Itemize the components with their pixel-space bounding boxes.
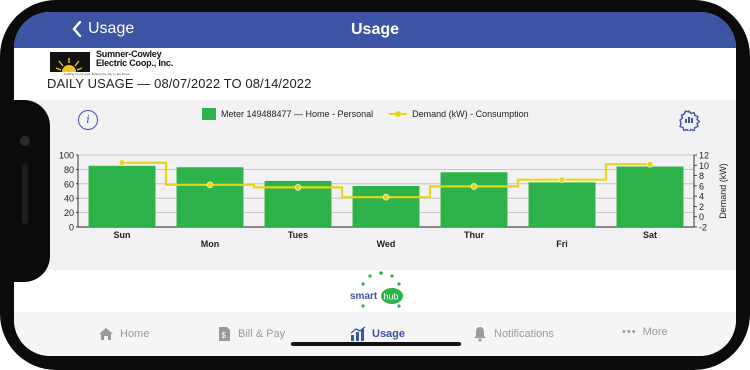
chart-legend: Meter 149488477 — Home - Personal Demand… (202, 108, 529, 120)
page-title: Usage (350, 21, 400, 38)
x-tick-label: Sat (643, 230, 657, 240)
tab-more-label: More (642, 326, 668, 338)
svg-text:$: $ (222, 331, 227, 340)
usage-bar (88, 165, 156, 227)
home-icon (99, 328, 113, 340)
y-left-tick-label: 20 (64, 208, 74, 218)
speaker-slot (22, 164, 28, 224)
x-tick-label: Mon (201, 239, 220, 249)
usage-period-title: DAILY USAGE — 08/07/2022 TO 08/14/2022 (47, 76, 312, 91)
x-tick-label: Wed (377, 239, 396, 249)
y-right-tick-label: 2 (699, 202, 704, 212)
tab-usage-label: Usage (372, 328, 406, 340)
logo-text: Sumner-Cowley Electric Coop., Inc. (96, 50, 173, 68)
demand-point (294, 184, 302, 191)
tab-notifications-label: Notifications (494, 328, 554, 340)
y-right-tick-label: 6 (699, 181, 704, 191)
camera-dot (20, 136, 30, 146)
bell-icon (474, 327, 486, 342)
tab-home-label: Home (120, 328, 150, 340)
demand-point (206, 181, 214, 189)
bill-icon: $ (219, 327, 230, 341)
x-tick-label: Thur (464, 230, 484, 240)
y-right-tick-label: 0 (699, 212, 704, 222)
y-right-axis-label: Demand (kW) (718, 163, 728, 219)
y-right-tick-label: -2 (699, 223, 707, 233)
y-left-tick-label: 40 (64, 194, 74, 204)
usage-bar (440, 172, 508, 227)
legend-bar-swatch (202, 108, 216, 120)
home-indicator (291, 342, 461, 346)
tab-usage[interactable]: Usage (350, 326, 405, 342)
demand-point (470, 183, 478, 190)
logo-mark (50, 52, 90, 72)
y-right-tick-label: 10 (699, 161, 709, 171)
x-tick-label: Tues (288, 230, 308, 240)
tab-home[interactable]: Home (98, 326, 149, 342)
smarthub-hub-text: hub (384, 292, 399, 302)
y-right-tick-label: 8 (699, 171, 704, 181)
y-right-tick-label: 12 (699, 151, 709, 161)
tab-notifications[interactable]: Notifications (472, 326, 554, 342)
daily-usage-chart: 020406080100-2024681012Demand (kW)SunMon… (59, 151, 728, 250)
y-right-tick-label: 4 (699, 192, 704, 202)
app-screen: Usage Usage Sumner-Cowley Electric Coop.… (14, 12, 736, 356)
info-icon[interactable]: i (78, 110, 98, 130)
tab-bar: Home $ Bill & Pay Usage Notifications ••… (14, 312, 736, 356)
tab-more[interactable]: ••• More (622, 326, 668, 338)
y-left-tick-label: 60 (64, 179, 74, 189)
tab-bill-pay[interactable]: $ Bill & Pay (216, 326, 285, 342)
phone-frame: Usage Usage Sumner-Cowley Electric Coop.… (0, 0, 750, 370)
demand-point (558, 176, 566, 183)
y-left-tick-label: 100 (59, 151, 74, 161)
demand-point (118, 159, 126, 167)
coop-logo: Sumner-Cowley Electric Coop., Inc. build… (50, 50, 200, 76)
usage-bar (616, 166, 684, 227)
demand-point (646, 160, 654, 168)
x-tick-label: Fri (556, 239, 568, 249)
tab-bill-pay-label: Bill & Pay (238, 328, 286, 340)
chart-settings-gear-icon[interactable] (678, 109, 700, 131)
y-left-tick-label: 0 (69, 223, 74, 233)
x-tick-label: Sun (114, 230, 131, 240)
usage-bar (528, 182, 596, 227)
usage-bar (352, 185, 420, 227)
nav-bar: Usage Usage (14, 12, 736, 48)
legend-demand-label: Demand (kW) - Consumption (412, 109, 529, 119)
demand-point (382, 193, 390, 201)
phone-notch (0, 100, 50, 282)
usage-chart-icon (350, 326, 366, 341)
usage-bar (176, 167, 244, 227)
smarthub-smart-text: smart (350, 291, 378, 302)
logo-line-2: Electric Coop., Inc. (96, 58, 174, 68)
sun-icon (56, 58, 82, 72)
legend-line-swatch (389, 111, 408, 117)
y-left-tick-label: 80 (64, 165, 74, 175)
legend-meter-label: Meter 149488477 — Home - Personal (221, 109, 374, 119)
more-icon: ••• (622, 326, 637, 338)
